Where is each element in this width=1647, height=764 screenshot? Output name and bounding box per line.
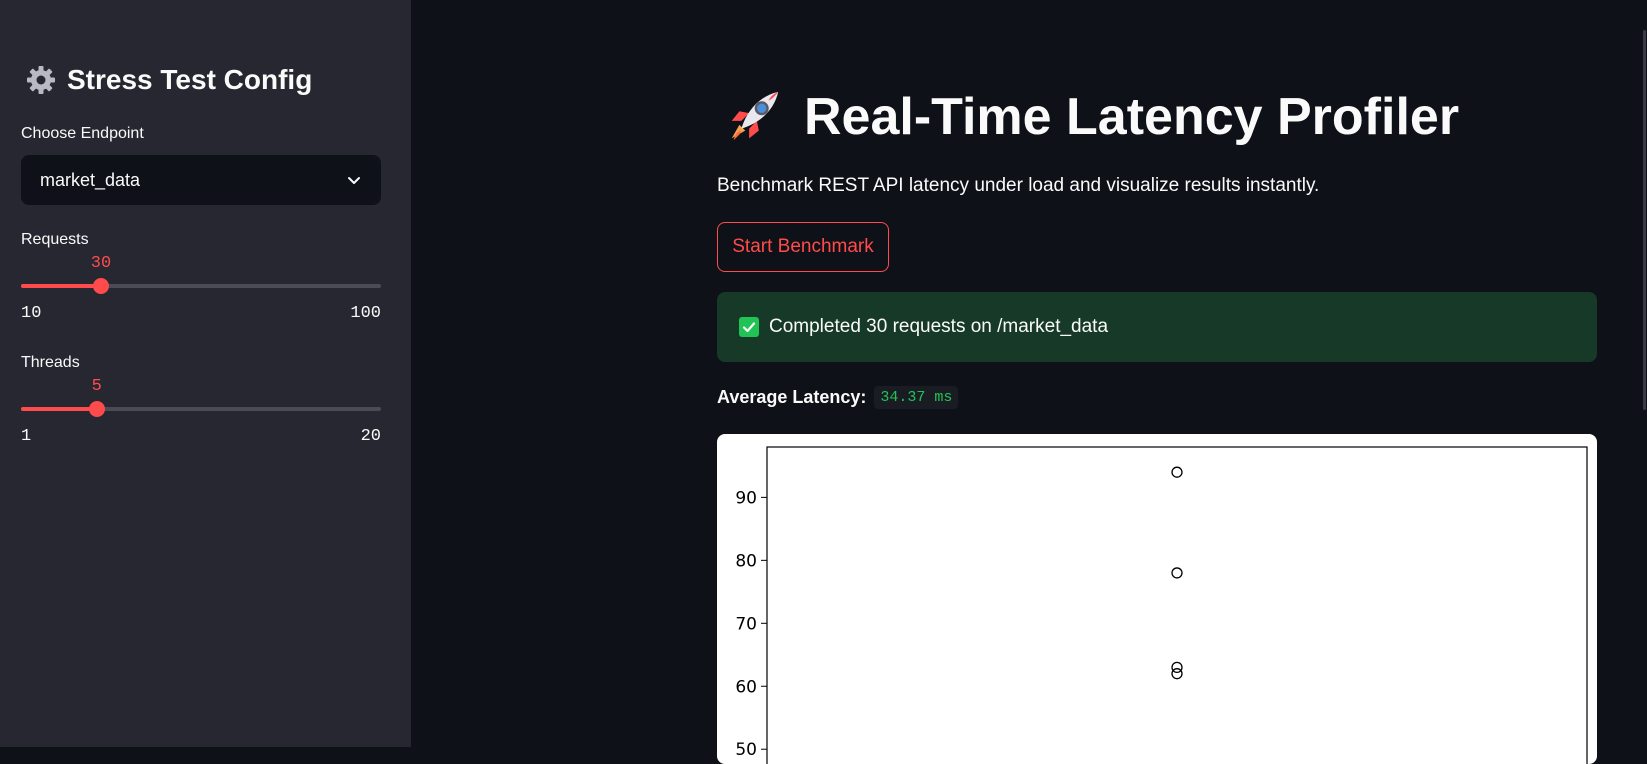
success-alert: Completed 30 requests on /market_data	[717, 292, 1597, 362]
page-title: Real-Time Latency Profiler	[722, 86, 1459, 148]
sidebar-title: Stress Test Config	[25, 64, 312, 96]
threads-slider-fill	[21, 407, 97, 411]
sidebar: Stress Test Config Choose Endpoint marke…	[0, 0, 411, 747]
latency-boxplot-chart: 50 60 70 80 90	[735, 446, 1588, 764]
metric-label: Average Latency:	[717, 387, 867, 407]
outlier-point	[1171, 466, 1183, 478]
check-icon	[739, 317, 759, 337]
y-tick-label: 50	[735, 740, 757, 760]
page-title-text: Real-Time Latency Profiler	[804, 88, 1460, 146]
threads-slider-thumb[interactable]	[88, 401, 105, 417]
requests-slider-fill	[21, 284, 101, 288]
threads-slider[interactable]: 5 1 20	[21, 377, 381, 446]
requests-slider-min: 10	[21, 304, 42, 323]
y-tick-label: 90	[735, 488, 757, 508]
start-benchmark-button[interactable]: Start Benchmark	[717, 222, 889, 272]
y-tick-label: 80	[735, 551, 757, 571]
y-tick-label: 60	[735, 677, 757, 697]
outlier-point	[1171, 668, 1183, 680]
scrollbar[interactable]	[1643, 30, 1646, 410]
requests-slider-value: 30	[90, 254, 112, 273]
requests-slider-max: 100	[350, 304, 381, 323]
threads-slider-value: 5	[91, 377, 102, 396]
rocket-icon	[731, 91, 779, 141]
page-subtitle: Benchmark REST API latency under load an…	[717, 175, 1320, 196]
y-tick-label: 70	[735, 614, 757, 634]
success-message: Completed 30 requests on /market_data	[769, 316, 1109, 337]
average-latency-metric: Average Latency: 34.37 ms	[717, 386, 959, 409]
threads-slider-max: 20	[360, 427, 381, 446]
chevron-down-icon	[348, 177, 360, 184]
outlier-point	[1171, 567, 1183, 579]
endpoint-label: Choose Endpoint	[21, 125, 144, 142]
requests-label: Requests	[21, 231, 89, 248]
requests-slider-thumb[interactable]	[93, 278, 109, 294]
plot-frame	[766, 446, 1588, 764]
latency-chart-card: 50 60 70 80 90	[717, 434, 1597, 764]
gear-icon	[27, 66, 55, 94]
threads-label: Threads	[21, 354, 80, 371]
endpoint-select-value: market_data	[40, 169, 141, 190]
endpoint-select[interactable]: market_data	[21, 155, 381, 205]
requests-slider[interactable]: 30 10 100	[21, 254, 381, 323]
threads-slider-min: 1	[21, 427, 32, 446]
metric-value: 34.37 ms	[874, 386, 959, 409]
sidebar-title-text: Stress Test Config	[67, 64, 313, 95]
